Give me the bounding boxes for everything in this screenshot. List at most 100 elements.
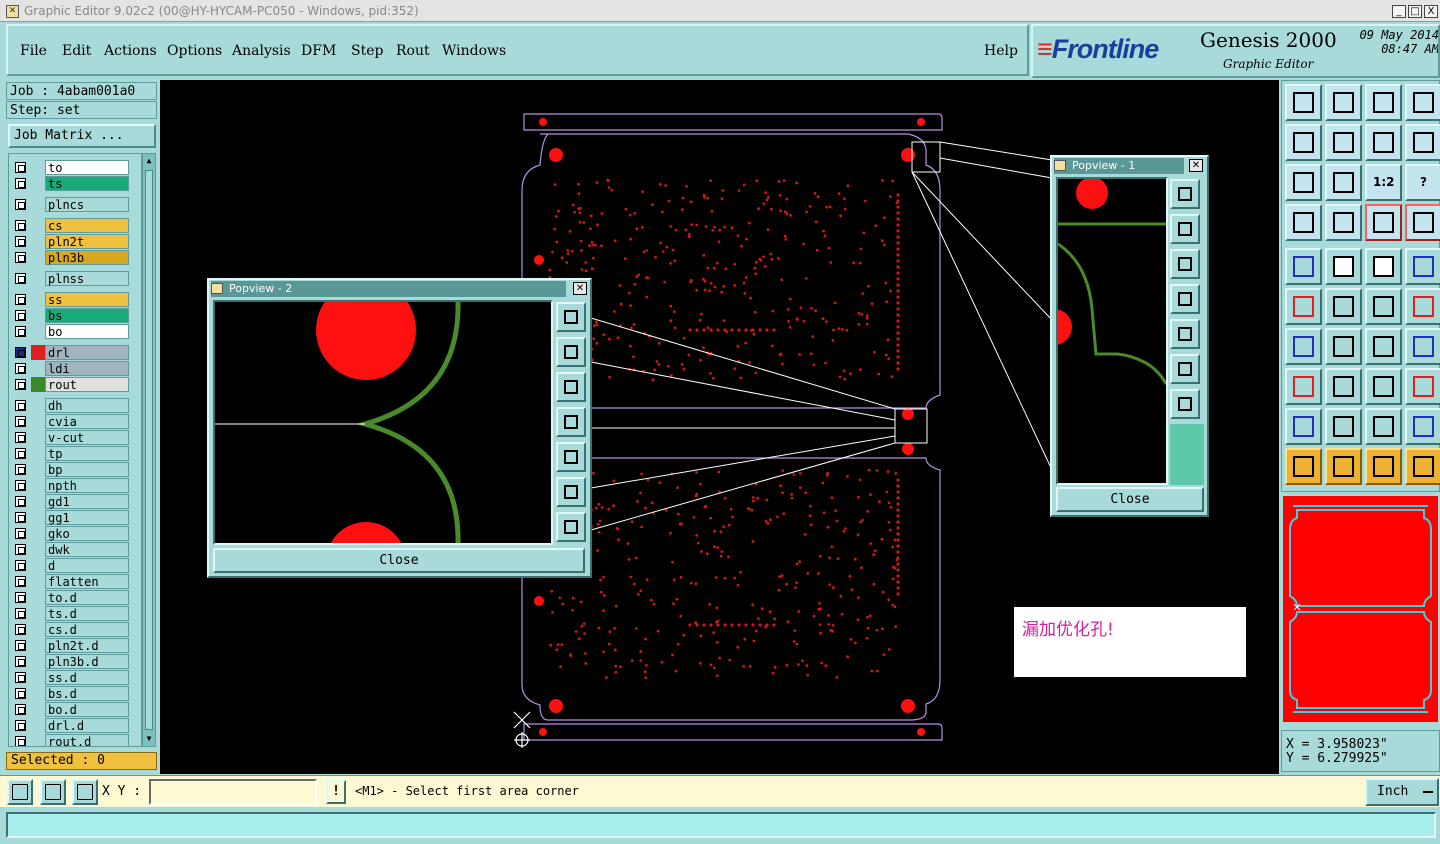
popview-zoom-out-button[interactable] [556,477,586,507]
layer-checkbox[interactable] [15,544,26,555]
arc-peak-tool-button[interactable] [1365,408,1402,445]
layer-checkbox[interactable] [15,720,26,731]
layer-row[interactable]: pln2t [11,234,139,249]
layer-name[interactable]: bo.d [45,702,129,717]
layer-row[interactable]: dwk [11,542,139,557]
save-step-tool-button[interactable] [1325,84,1362,121]
execute-button[interactable]: ! [326,780,346,804]
select-pointer-tool-button[interactable] [1285,448,1322,485]
layer-checkbox[interactable] [15,326,26,337]
mirror-tool-button[interactable] [1405,328,1440,365]
layer-name[interactable]: ts [45,176,129,191]
layer-name[interactable]: plncs [45,197,129,212]
layer-name[interactable]: ss.d [45,670,129,685]
layer-checkbox[interactable] [15,236,26,247]
layer-checkbox[interactable] [15,480,26,491]
xy-input[interactable] [149,779,317,805]
add-pad-tool-button[interactable] [1285,248,1322,285]
menu-actions[interactable]: Actions [104,43,157,59]
snap-mode-button[interactable] [7,779,33,805]
layer-row[interactable]: drl [11,345,139,360]
layer-checkbox[interactable] [15,512,26,523]
layer-checkbox[interactable] [15,199,26,210]
menu-options[interactable]: Options [167,43,222,59]
redraw-tool-button[interactable] [1405,124,1440,161]
layer-checkbox[interactable] [15,310,26,321]
layer-name[interactable]: bo [45,324,129,339]
popview-zoom-out-button[interactable] [1170,354,1200,384]
layer-row[interactable]: npth [11,478,139,493]
layer-row[interactable]: ts.d [11,606,139,621]
layer-row[interactable]: cvia [11,414,139,429]
full-view-tool-button[interactable] [1405,84,1440,121]
select-net-tool-button[interactable] [1285,288,1322,325]
layer-checkbox[interactable] [15,347,26,358]
scroll-thumb[interactable] [145,170,153,730]
layer-checkbox[interactable] [15,252,26,263]
select-box-tool-button[interactable] [1325,448,1362,485]
popview-pan-up-button[interactable] [1170,214,1200,244]
layer-name[interactable]: gd1 [45,494,129,509]
popview-zoom-button[interactable] [556,302,586,332]
add-line-tool-button[interactable] [1325,248,1362,285]
layer-row[interactable]: rout.d [11,734,139,746]
layer-row[interactable]: ldi [11,361,139,376]
layer-row[interactable]: plncs [11,197,139,212]
slope-tool-tool-button[interactable] [1285,408,1322,445]
line-cut-tool-button[interactable] [1325,328,1362,365]
layer-name[interactable]: rout.d [45,734,129,746]
layer-name[interactable]: ts.d [45,606,129,621]
layer-name[interactable]: drl [45,345,129,360]
home-view-tool-button[interactable] [1365,84,1402,121]
layer-name[interactable]: ldi [45,361,129,376]
snap-settings-tool-button[interactable] [1285,204,1322,241]
layer-row[interactable]: bo.d [11,702,139,717]
layer-row[interactable]: tp [11,446,139,461]
layer-checkbox[interactable] [15,656,26,667]
undo-view-tool-button[interactable] [1365,124,1402,161]
layer-name[interactable]: to.d [45,590,129,605]
menu-analysis[interactable]: Analysis [232,43,291,59]
zoom-prev-tool-button[interactable] [1285,124,1322,161]
grid-tool-button[interactable] [1325,204,1362,241]
layer-checkbox[interactable] [15,220,26,231]
layer-checkbox[interactable] [15,560,26,571]
layer-name[interactable]: bs [45,308,129,323]
layer-name[interactable]: plnss [45,271,129,286]
zoom-next-tool-button[interactable] [1325,124,1362,161]
layer-checkbox[interactable] [15,640,26,651]
layer-row[interactable]: flatten [11,574,139,589]
dimension-tool-button[interactable] [1365,368,1402,405]
menu-edit[interactable]: Edit [62,43,91,59]
layer-checkbox[interactable] [15,672,26,683]
layer-checkbox[interactable] [15,528,26,539]
layer-row[interactable]: gd1 [11,494,139,509]
layer-name[interactable]: pln3b.d [45,654,129,669]
scroll-up-icon[interactable]: ▲ [144,156,154,166]
layer-checkbox[interactable] [15,162,26,173]
layer-name[interactable]: dh [45,398,129,413]
job-matrix-button[interactable]: Job Matrix ... [8,124,156,148]
layer-row[interactable]: pln3b.d [11,654,139,669]
pad-props-tool-button[interactable] [1285,368,1322,405]
fit-window-tool-button[interactable] [1285,164,1322,201]
layer-row[interactable]: bo [11,324,139,339]
layer-row[interactable]: bs.d [11,686,139,701]
menu-help[interactable]: Help [984,43,1018,59]
popview-1-close-button[interactable]: Close [1056,487,1204,512]
layer-name[interactable]: cs.d [45,622,129,637]
route-tool-tool-button[interactable] [1405,448,1440,485]
layer-name[interactable]: ss [45,292,129,307]
menu-windows[interactable]: Windows [442,43,506,59]
layer-checkbox[interactable] [15,704,26,715]
layer-name[interactable]: pln2t [45,234,129,249]
unit-selector[interactable]: Inch [1365,778,1439,806]
layer-highlight-tool-button[interactable] [1405,204,1440,241]
line-props-tool-button[interactable] [1325,368,1362,405]
layer-checkbox[interactable] [15,178,26,189]
open-step-tool-button[interactable] [1285,84,1322,121]
scroll-down-icon[interactable]: ▼ [144,734,154,744]
scale-1-2-tool-button[interactable]: 1:2 [1365,164,1402,201]
layer-checkbox[interactable] [15,273,26,284]
menu-rout[interactable]: Rout [396,43,430,59]
